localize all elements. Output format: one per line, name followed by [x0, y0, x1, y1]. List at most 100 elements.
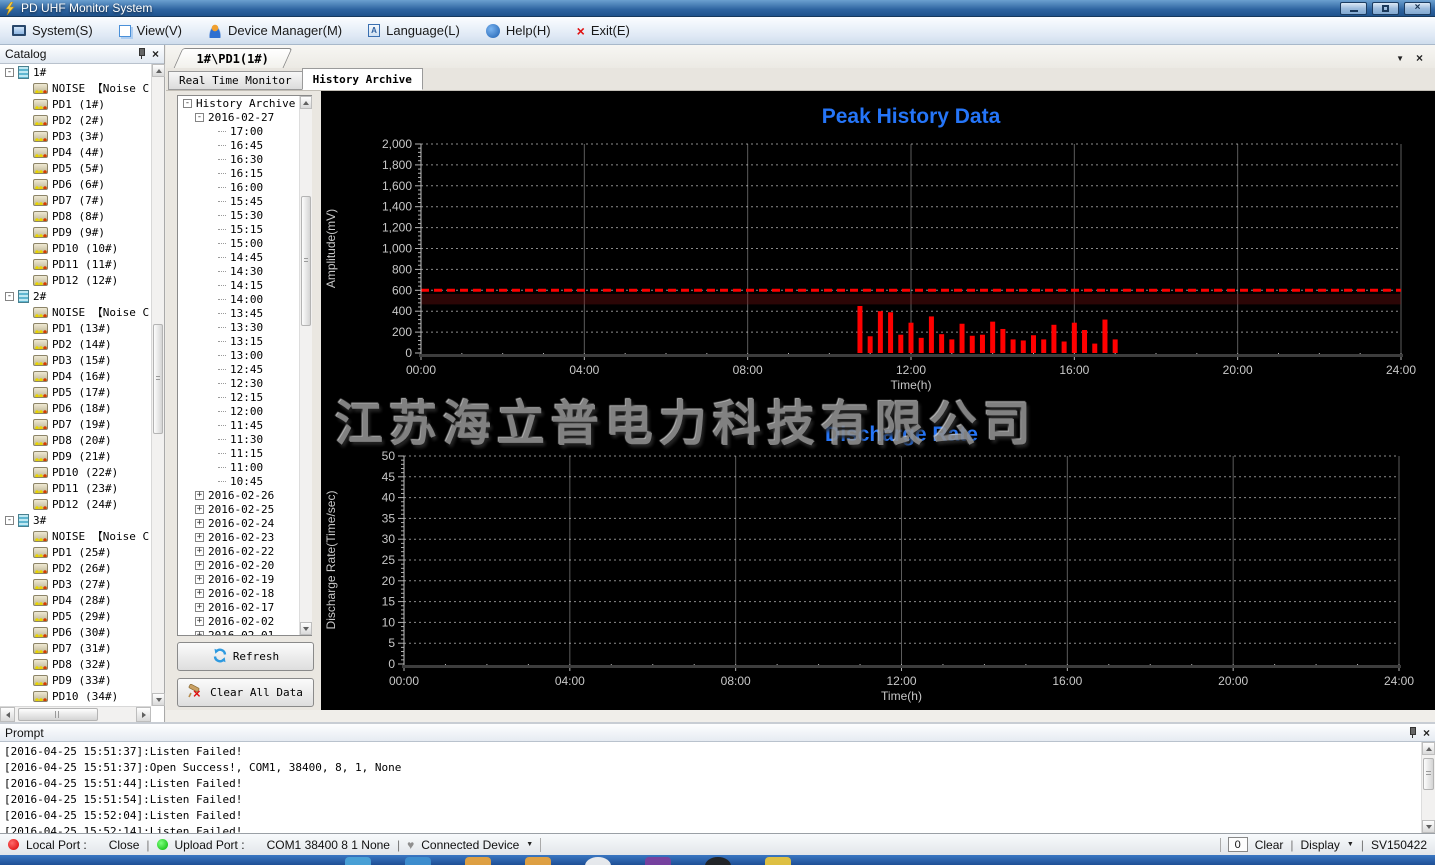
expand-toggle[interactable]: +	[195, 504, 204, 514]
archive-time-item[interactable]: 14:15	[178, 278, 311, 292]
expand-toggle[interactable]: +	[195, 518, 204, 528]
archive-time-item[interactable]: 16:00	[178, 180, 311, 194]
taskbar-app-icon[interactable]	[465, 857, 491, 865]
expand-toggle[interactable]: +	[195, 532, 204, 542]
archive-date-row[interactable]: +2016-02-24	[178, 516, 311, 530]
tree-item[interactable]: PD6 (6#)	[0, 176, 151, 192]
expand-toggle[interactable]: +	[195, 574, 204, 584]
menu-item-exit[interactable]: × Exit(E)	[577, 23, 630, 38]
archive-time-item[interactable]: 17:00	[178, 124, 311, 138]
catalog-vertical-scrollbar[interactable]	[151, 64, 165, 706]
tree-item[interactable]: PD6 (18#)	[0, 400, 151, 416]
tree-item[interactable]: PD12 (24#)	[0, 496, 151, 512]
archive-time-item[interactable]: 15:45	[178, 194, 311, 208]
tree-item[interactable]: PD12 (12#)	[0, 272, 151, 288]
tree-item[interactable]: PD9 (33#)	[0, 672, 151, 688]
tree-item[interactable]: PD8 (20#)	[0, 432, 151, 448]
archive-time-item[interactable]: 16:30	[178, 152, 311, 166]
archive-time-item[interactable]: 15:30	[178, 208, 311, 222]
scroll-down-button[interactable]	[152, 693, 165, 706]
scroll-up-button[interactable]	[152, 64, 165, 77]
tree-item[interactable]: PD9 (9#)	[0, 224, 151, 240]
document-tab[interactable]: 1#\PD1(1#)	[173, 48, 293, 68]
tab-real-time-monitor[interactable]: Real Time Monitor	[168, 71, 303, 90]
archive-date-row[interactable]: +2016-02-25	[178, 502, 311, 516]
tab-list-dropdown-icon[interactable]: ▼	[1396, 54, 1404, 63]
tree-item[interactable]: PD9 (21#)	[0, 448, 151, 464]
expand-toggle[interactable]: +	[195, 490, 204, 500]
collapse-toggle[interactable]: -	[5, 67, 14, 77]
tree-item[interactable]: PD1 (25#)	[0, 544, 151, 560]
scroll-up-button[interactable]	[300, 96, 312, 109]
prompt-scrollbar[interactable]	[1421, 742, 1435, 833]
scroll-thumb[interactable]	[18, 708, 98, 721]
scroll-down-button[interactable]	[300, 622, 312, 635]
archive-date-row[interactable]: +2016-02-26	[178, 488, 311, 502]
display-dropdown[interactable]: Display	[1301, 838, 1340, 852]
tree-item[interactable]: PD3 (15#)	[0, 352, 151, 368]
scroll-left-button[interactable]	[0, 707, 15, 722]
archive-time-item[interactable]: 15:15	[178, 222, 311, 236]
archive-date-row[interactable]: +2016-02-23	[178, 530, 311, 544]
tab-history-archive[interactable]: History Archive	[301, 68, 423, 90]
archive-time-item[interactable]: 12:00	[178, 404, 311, 418]
tree-item[interactable]: PD3 (3#)	[0, 128, 151, 144]
pin-icon[interactable]	[1407, 726, 1417, 739]
catalog-horizontal-scrollbar[interactable]	[0, 706, 151, 722]
archive-root-row[interactable]: - History Archive	[178, 96, 311, 110]
tree-item[interactable]: PD4 (4#)	[0, 144, 151, 160]
archive-date-row[interactable]: +2016-02-17	[178, 600, 311, 614]
archive-date-row[interactable]: -2016-02-27	[178, 110, 311, 124]
archive-time-item[interactable]: 15:00	[178, 236, 311, 250]
tree-item[interactable]: PD7 (19#)	[0, 416, 151, 432]
tree-item[interactable]: PD5 (17#)	[0, 384, 151, 400]
tree-item[interactable]: PD8 (32#)	[0, 656, 151, 672]
tree-item[interactable]: PD8 (8#)	[0, 208, 151, 224]
taskbar[interactable]	[0, 855, 1435, 865]
menu-item-device-manager[interactable]: Device Manager(M)	[207, 23, 342, 38]
scroll-thumb[interactable]	[301, 196, 311, 326]
archive-time-item[interactable]: 12:15	[178, 390, 311, 404]
tree-item[interactable]: NOISE 【Noise C	[0, 80, 151, 96]
expand-toggle[interactable]: +	[195, 616, 204, 626]
archive-date-row[interactable]: +2016-02-01	[178, 628, 311, 635]
tree-item[interactable]: PD2 (26#)	[0, 560, 151, 576]
tree-item[interactable]: PD10 (10#)	[0, 240, 151, 256]
archive-date-row[interactable]: +2016-02-20	[178, 558, 311, 572]
tree-item[interactable]: PD2 (2#)	[0, 112, 151, 128]
archive-time-item[interactable]: 12:30	[178, 376, 311, 390]
archive-scrollbar[interactable]	[299, 96, 312, 635]
tree-item[interactable]: PD7 (7#)	[0, 192, 151, 208]
archive-date-row[interactable]: +2016-02-18	[178, 586, 311, 600]
tree-item[interactable]: PD1 (1#)	[0, 96, 151, 112]
collapse-toggle[interactable]: -	[5, 515, 14, 525]
tree-item[interactable]: PD2 (14#)	[0, 336, 151, 352]
display-dropdown-icon[interactable]: ▼	[1347, 841, 1354, 848]
archive-time-item[interactable]: 16:45	[178, 138, 311, 152]
archive-time-item[interactable]: 11:45	[178, 418, 311, 432]
archive-time-item[interactable]: 11:30	[178, 432, 311, 446]
collapse-toggle[interactable]: -	[5, 291, 14, 301]
taskbar-app-icon[interactable]	[405, 857, 431, 865]
archive-time-item[interactable]: 14:00	[178, 292, 311, 306]
archive-time-item[interactable]: 13:15	[178, 334, 311, 348]
menu-item-view[interactable]: View(V)	[118, 23, 182, 38]
scroll-up-button[interactable]	[1422, 742, 1435, 755]
archive-time-item[interactable]: 11:15	[178, 446, 311, 460]
archive-date-row[interactable]: +2016-02-19	[178, 572, 311, 586]
expand-toggle[interactable]: +	[195, 560, 204, 570]
tree-group-row[interactable]: - 3#	[0, 512, 151, 528]
restore-button[interactable]	[1372, 1, 1399, 15]
tree-item[interactable]: NOISE 【Noise C	[0, 304, 151, 320]
tree-item[interactable]: PD6 (30#)	[0, 624, 151, 640]
archive-time-item[interactable]: 10:45	[178, 474, 311, 488]
scroll-right-button[interactable]	[136, 707, 151, 722]
scroll-down-button[interactable]	[1422, 820, 1435, 833]
tree-item[interactable]: NOISE 【Noise C	[0, 528, 151, 544]
tree-item[interactable]: PD5 (5#)	[0, 160, 151, 176]
tree-item[interactable]: PD7 (31#)	[0, 640, 151, 656]
archive-time-item[interactable]: 14:30	[178, 264, 311, 278]
clear-all-data-button[interactable]: × Clear All Data	[177, 678, 314, 707]
tree-item[interactable]: PD10 (34#)	[0, 688, 151, 704]
connected-device-label[interactable]: Connected Device	[421, 838, 519, 852]
